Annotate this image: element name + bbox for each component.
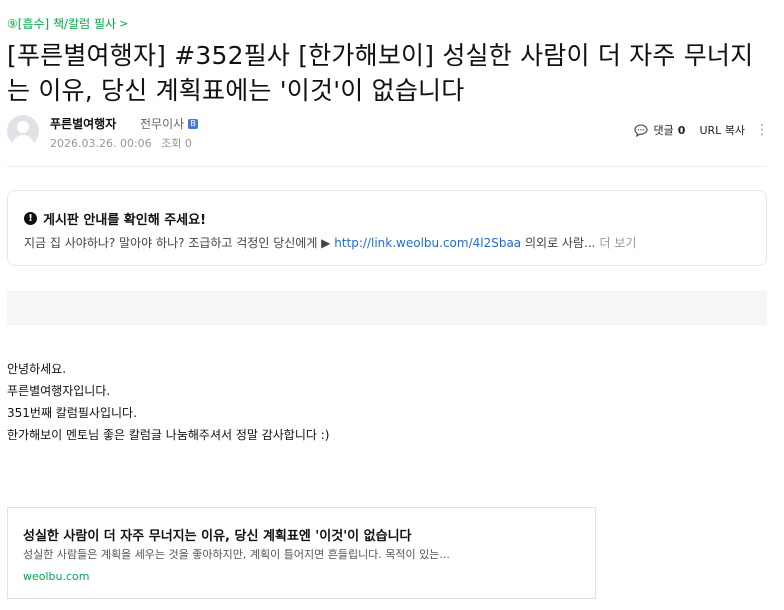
post-title: [푸른별여행자] #352필사 [한가해보이] 성실한 사람이 더 자주 무너지… [7, 41, 754, 105]
board-category-link[interactable]: ⑨[흡수] 책/칼럼 필사 > [7, 15, 128, 32]
author-rank: 전무이사 B [140, 115, 199, 132]
divider [7, 166, 767, 167]
notice-title-text: 게시판 안내를 확인해 주세요! [43, 213, 207, 228]
post-views: 조회 0 [161, 137, 192, 150]
comment-label[interactable]: 댓글 [654, 122, 674, 138]
link-preview-title: 성실한 사람이 더 자주 무너지는 이유, 당신 계획표엔 '이것'이 없습니다 [23, 529, 412, 544]
content-line: 한가해보이 멘토님 좋은 칼럼글 나눔해주셔서 정말 감사합니다 :) [7, 428, 330, 442]
content-line: 안녕하세요. [7, 362, 67, 376]
avatar[interactable] [7, 115, 39, 147]
notice-body-prefix: 지금 집 사야하나? 말아야 하나? 조급하고 걱정인 당신에게 ▶ [24, 236, 335, 250]
comment-count[interactable]: 0 [678, 124, 686, 137]
post-content: 안녕하세요. 푸른별여행자입니다. 351번째 칼럼필사입니다. 한가해보이 멘… [7, 358, 329, 446]
notice-body: 지금 집 사야하나? 말아야 하나? 조급하고 걱정인 당신에게 ▶ http:… [24, 234, 754, 251]
author-rank-label: 전무이사 [140, 117, 185, 131]
rank-badge-icon: B [188, 118, 199, 129]
link-preview-domain: weolbu.com [23, 570, 90, 583]
info-icon: ! [24, 212, 37, 225]
post-meta: 2026.03.26. 00:06 조회 0 [50, 135, 198, 151]
link-preview-description: 성실한 사람들은 계획을 세우는 것을 좋아하지만, 계획이 틀어지면 흔들립니… [23, 548, 450, 561]
comment-icon[interactable] [633, 123, 648, 137]
ad-placeholder [7, 291, 767, 325]
notice-body-suffix: 의외로 사람... [521, 236, 596, 250]
post-page: ⑨[흡수] 책/칼럼 필사 > [푸른별여행자] #352필사 [한가해보이] … [0, 0, 784, 610]
author-row: 푸른별여행자 전무이사 B 2026.03.26. 00:06 조회 0 댓글 … [7, 113, 777, 153]
url-copy-button[interactable]: URL 복사 [699, 122, 745, 138]
more-options-icon[interactable]: ⋮ [755, 123, 769, 137]
post-actions: 댓글 0 URL 복사 ⋮ [633, 122, 769, 138]
notice-more-button[interactable]: 더 보기 [599, 236, 636, 250]
chevron-right-icon: > [119, 17, 129, 30]
notice-link[interactable]: http://link.weolbu.com/4l2Sbaa [334, 236, 521, 250]
notice-title: ! 게시판 안내를 확인해 주세요! [24, 209, 206, 228]
content-line: 푸른별여행자입니다. [7, 384, 111, 398]
board-category-label: ⑨[흡수] 책/칼럼 필사 [7, 17, 117, 31]
board-notice: ! 게시판 안내를 확인해 주세요! 지금 집 사야하나? 말아야 하나? 조급… [7, 190, 767, 266]
content-line: 351번째 칼럼필사입니다. [7, 406, 137, 420]
post-date: 2026.03.26. 00:06 [50, 137, 152, 150]
link-preview-card[interactable]: 성실한 사람이 더 자주 무너지는 이유, 당신 계획표엔 '이것'이 없습니다… [7, 507, 596, 599]
author-name[interactable]: 푸른별여행자 [50, 115, 116, 132]
